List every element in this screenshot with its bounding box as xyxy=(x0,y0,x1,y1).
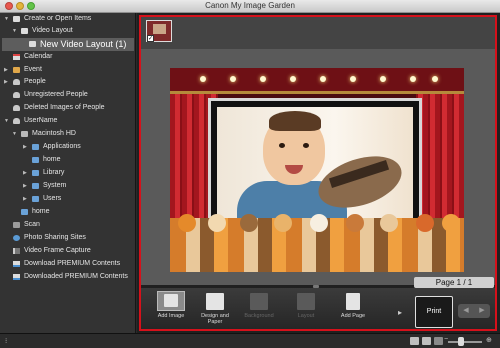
sidebar-item-create-or-open-items[interactable]: ▼ Create or Open Items xyxy=(0,13,136,25)
collapse-triangle-icon[interactable]: ▶ xyxy=(4,76,8,88)
sidebar-item-video-layout[interactable]: ▼ Video Layout xyxy=(0,25,136,37)
document-icon xyxy=(21,28,28,34)
calendar-icon xyxy=(13,54,20,60)
collapse-triangle-icon[interactable]: ▶ xyxy=(23,167,27,179)
collapse-triangle-icon[interactable]: ▶ xyxy=(23,141,27,153)
detail-view-icon[interactable] xyxy=(410,337,419,345)
folder-icon xyxy=(32,183,39,189)
sidebar-item-photo-sharing-sites[interactable]: Photo Sharing Sites xyxy=(0,232,136,244)
sidebar-item-scan[interactable]: Scan xyxy=(0,219,136,231)
person-icon xyxy=(13,79,20,85)
zoom-in-icon[interactable]: ⊕ xyxy=(486,336,492,344)
folder-icon xyxy=(32,196,39,202)
sidebar-toggle-icon[interactable]: ⁝ xyxy=(5,337,7,345)
download-icon xyxy=(13,261,20,267)
globe-icon xyxy=(13,235,20,241)
full-view-icon[interactable] xyxy=(434,337,443,345)
sidebar-item-home-user[interactable]: home xyxy=(0,206,136,218)
sidebar: ▼ Create or Open Items ▼ Video Layout Ne… xyxy=(0,13,136,333)
expand-triangle-icon[interactable]: ▼ xyxy=(4,13,9,25)
zoom-slider[interactable] xyxy=(448,341,482,343)
sidebar-item-download-premium-contents[interactable]: Download PREMIUM Contents xyxy=(0,258,136,270)
collapse-triangle-icon[interactable]: ▶ xyxy=(23,193,27,205)
expand-triangle-icon[interactable]: ▼ xyxy=(12,25,17,37)
download-icon xyxy=(13,274,20,280)
scan-icon xyxy=(13,222,20,228)
sidebar-item-new-video-layout[interactable]: New Video Layout (1) xyxy=(0,38,136,51)
zoom-slider-knob[interactable] xyxy=(458,337,464,346)
document-icon xyxy=(29,41,36,47)
collapse-triangle-icon[interactable]: ▶ xyxy=(23,180,27,192)
event-icon xyxy=(13,67,20,73)
sidebar-item-macintosh-hd[interactable]: ▼ Macintosh HD xyxy=(0,128,136,140)
expand-triangle-icon[interactable]: ▼ xyxy=(4,115,9,127)
sidebar-item-people[interactable]: ▶ People xyxy=(0,76,136,88)
film-icon xyxy=(13,248,20,254)
title-bar: Canon My Image Garden xyxy=(0,0,500,13)
sidebar-item-downloaded-premium-contents[interactable]: Downloaded PREMIUM Contents xyxy=(0,271,136,283)
person-icon xyxy=(13,105,20,111)
sidebar-item-users[interactable]: ▶ Users xyxy=(0,193,136,205)
document-icon xyxy=(13,16,20,22)
disk-icon xyxy=(21,131,28,137)
sidebar-item-home[interactable]: home xyxy=(0,154,136,166)
sidebar-item-calendar[interactable]: Calendar xyxy=(0,51,136,63)
window-title: Canon My Image Garden xyxy=(205,1,295,10)
status-bar: ⁝ − ⊕ xyxy=(0,333,500,348)
folder-icon xyxy=(32,170,39,176)
expand-triangle-icon[interactable]: ▼ xyxy=(12,128,17,140)
sidebar-item-system[interactable]: ▶ System xyxy=(0,180,136,192)
sidebar-item-deleted-images-of-people[interactable]: Deleted Images of People xyxy=(0,102,136,114)
thumbnail-view-icon[interactable] xyxy=(422,337,431,345)
folder-icon xyxy=(32,144,39,150)
folder-icon xyxy=(32,157,39,163)
sidebar-item-unregistered-people[interactable]: Unregistered People xyxy=(0,89,136,101)
folder-icon xyxy=(21,209,28,215)
sidebar-item-applications[interactable]: ▶ Applications xyxy=(0,141,136,153)
sidebar-item-video-frame-capture[interactable]: Video Frame Capture xyxy=(0,245,136,257)
sidebar-item-event[interactable]: ▶ Event xyxy=(0,64,136,76)
sidebar-item-library[interactable]: ▶ Library xyxy=(0,167,136,179)
person-icon xyxy=(13,92,20,98)
collapse-triangle-icon[interactable]: ▶ xyxy=(4,64,8,76)
highlight-frame xyxy=(139,15,497,331)
app-window: Canon My Image Garden ▼ Create or Open I… xyxy=(0,0,500,348)
sidebar-item-username[interactable]: ▼ UserName xyxy=(0,115,136,127)
person-icon xyxy=(13,118,20,124)
